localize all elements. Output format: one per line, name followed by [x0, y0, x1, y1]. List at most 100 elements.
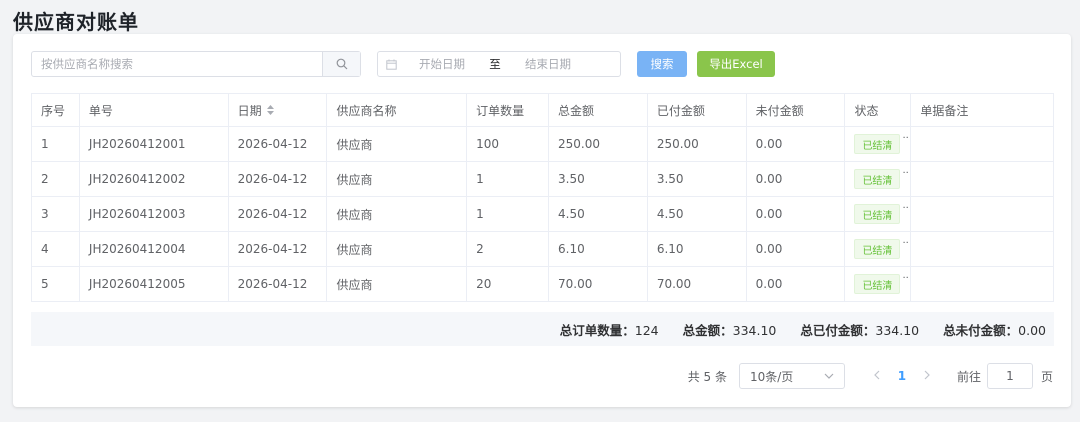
chevron-left-icon: [874, 370, 880, 380]
header-col-unpaid: 未付金额: [747, 94, 846, 126]
cell-total: 70.00: [549, 267, 648, 301]
search-icon-button[interactable]: [322, 52, 360, 76]
cell-supplier: 供应商: [327, 127, 468, 161]
cell-index: 4: [32, 232, 80, 266]
page-title: 供应商对账单: [13, 10, 139, 34]
table-header: 序号 单号 日期 供应商名称 订单数量 总金额 已付金额 未付金额 状态 单据备注: [32, 94, 1053, 127]
cell-order-no: JH20260412005: [80, 267, 229, 301]
more-icon[interactable]: ··: [902, 203, 908, 214]
cell-qty: 1: [467, 197, 549, 231]
cell-unpaid: 0.00: [747, 127, 846, 161]
cell-unpaid: 0.00: [747, 267, 846, 301]
search-button[interactable]: 搜索: [637, 51, 687, 77]
cell-date: 2026-04-12: [229, 267, 328, 301]
next-page-button[interactable]: [913, 369, 941, 383]
cell-qty: 20: [467, 267, 549, 301]
more-icon[interactable]: ··: [902, 133, 908, 144]
header-col-supplier: 供应商名称: [327, 94, 468, 126]
cell-status: 已结清 ··: [845, 197, 912, 231]
goto-label: 前往: [956, 369, 981, 384]
cell-order-no: JH20260412003: [80, 197, 229, 231]
pagination: 共 5 条 10条/页 1 前往 页: [688, 363, 1053, 389]
cell-supplier: 供应商: [327, 232, 468, 266]
status-badge: 已结清: [854, 274, 901, 294]
cell-date: 2026-04-12: [229, 232, 328, 266]
cell-remark: [911, 162, 1053, 196]
cell-status: 已结清 ··: [845, 162, 912, 196]
summary-order-qty: 总订单数量：124: [559, 322, 659, 338]
calendar-icon: [378, 59, 404, 70]
cell-total: 4.50: [549, 197, 648, 231]
cell-total: 3.50: [549, 162, 648, 196]
cell-paid: 6.10: [648, 232, 747, 266]
cell-status: 已结清 ··: [845, 232, 912, 266]
prev-page-button[interactable]: [863, 369, 891, 383]
sort-icon[interactable]: [266, 105, 274, 115]
page-size-select[interactable]: 10条/页: [738, 363, 845, 389]
header-col-qty: 订单数量: [467, 94, 549, 126]
cell-supplier: 供应商: [327, 197, 468, 231]
cell-total: 250.00: [549, 127, 648, 161]
page-unit-label: 页: [1040, 369, 1053, 384]
cell-remark: [911, 232, 1053, 266]
statement-table: 序号 单号 日期 供应商名称 订单数量 总金额 已付金额 未付金额 状态 单据备注 1 JH2026…: [31, 93, 1054, 302]
cell-index: 5: [32, 267, 80, 301]
header-col-total: 总金额: [549, 94, 648, 126]
header-col-remark: 单据备注: [920, 103, 969, 118]
cell-supplier: 供应商: [327, 162, 468, 196]
header-col-index: 序号: [32, 94, 80, 126]
header-col-order-no: 单号: [80, 94, 229, 126]
header-col-date[interactable]: 日期: [229, 94, 328, 126]
cell-order-no: JH20260412004: [80, 232, 229, 266]
cell-qty: 100: [467, 127, 549, 161]
page-number-current[interactable]: 1: [891, 369, 913, 383]
end-date-input[interactable]: 结束日期: [510, 56, 586, 72]
summary-bar: 总订单数量：124 总金额：334.10 总已付金额：334.10 总未付金额：…: [31, 312, 1054, 346]
search-icon: [336, 58, 347, 70]
cell-unpaid: 0.00: [747, 162, 846, 196]
date-range-picker[interactable]: 开始日期 至 结束日期: [377, 51, 621, 77]
status-badge: 已结清: [854, 169, 901, 189]
cell-status: 已结清 ··: [845, 127, 912, 161]
summary-unpaid: 总未付金额：0.00: [943, 322, 1046, 338]
start-date-input[interactable]: 开始日期: [404, 56, 480, 72]
summary-total: 总金额：334.10: [682, 322, 777, 338]
chevron-right-icon: [924, 370, 930, 380]
status-badge: 已结清: [854, 239, 901, 259]
toolbar: 开始日期 至 结束日期 搜索 导出Excel: [31, 51, 1051, 77]
more-icon[interactable]: ··: [902, 273, 908, 284]
cell-index: 3: [32, 197, 80, 231]
cell-remark: [911, 127, 1053, 161]
chevron-down-icon: [824, 373, 834, 379]
supplier-search-input[interactable]: [32, 52, 322, 76]
header-col-status: 状态: [845, 94, 912, 126]
cell-order-no: JH20260412001: [80, 127, 229, 161]
more-icon[interactable]: ··: [902, 238, 908, 249]
cell-qty: 2: [467, 232, 549, 266]
cell-remark: [911, 197, 1053, 231]
cell-order-no: JH20260412002: [80, 162, 229, 196]
cell-unpaid: 0.00: [747, 197, 846, 231]
cell-paid: 4.50: [648, 197, 747, 231]
status-badge: 已结清: [854, 204, 901, 224]
supplier-search: [31, 51, 361, 77]
cell-unpaid: 0.00: [747, 232, 846, 266]
cell-supplier: 供应商: [327, 267, 468, 301]
table-row[interactable]: 2 JH20260412002 2026-04-12 供应商 1 3.50 3.50 0.00…: [32, 162, 1053, 197]
table-row[interactable]: 3 JH20260412003 2026-04-12 供应商 1 4.50 4.50 0.00…: [32, 197, 1053, 232]
table-row[interactable]: 5 JH20260412005 2026-04-12 供应商 20 70.00 70.00 0…: [32, 267, 1053, 302]
table-body: 1 JH20260412001 2026-04-12 供应商 100 250.00 250.…: [32, 127, 1053, 302]
cell-index: 1: [32, 127, 80, 161]
more-icon[interactable]: ··: [902, 168, 908, 179]
table-row[interactable]: 4 JH20260412004 2026-04-12 供应商 2 6.10 6.10 0.00…: [32, 232, 1053, 267]
header-col-paid: 已付金额: [648, 94, 747, 126]
goto-page-input[interactable]: [986, 363, 1033, 389]
status-badge: 已结清: [854, 134, 901, 154]
pagination-total: 共 5 条: [687, 369, 727, 384]
cell-paid: 250.00: [648, 127, 747, 161]
cell-qty: 1: [467, 162, 549, 196]
cell-date: 2026-04-12: [229, 127, 328, 161]
cell-paid: 3.50: [648, 162, 747, 196]
export-excel-button[interactable]: 导出Excel: [697, 51, 775, 77]
table-row[interactable]: 1 JH20260412001 2026-04-12 供应商 100 250.00 250.…: [32, 127, 1053, 162]
